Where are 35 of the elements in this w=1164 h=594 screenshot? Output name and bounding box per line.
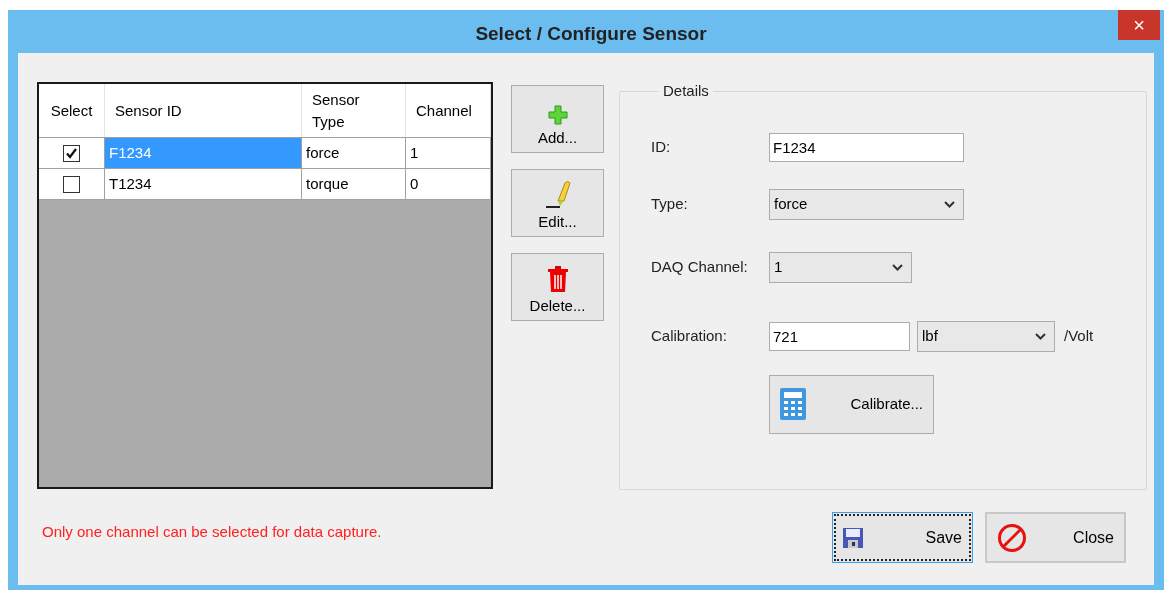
field-label: ID: xyxy=(651,136,672,157)
prohibited-icon xyxy=(997,522,1027,553)
window-title: Select / Configure Sensor xyxy=(475,22,707,46)
column-header[interactable]: Sensor ID xyxy=(105,84,302,137)
field-label: DAQ Channel: xyxy=(651,256,749,277)
chevron-down-icon xyxy=(944,200,955,208)
delete-button[interactable]: Delete... xyxy=(511,253,604,321)
table-cell: F1234 xyxy=(105,138,302,168)
dropdown[interactable]: force xyxy=(769,188,964,220)
chevron-down-icon xyxy=(892,263,903,271)
text-field[interactable]: F1234 xyxy=(769,132,964,162)
group-title: Details xyxy=(662,81,710,101)
edit-button[interactable]: Edit... xyxy=(511,169,604,237)
checkbox[interactable] xyxy=(63,175,80,193)
warning-message: Only one channel can be selected for data capture. xyxy=(42,522,383,542)
trash-icon xyxy=(546,264,569,293)
column-header[interactable]: Channel xyxy=(406,84,491,137)
save-button[interactable]: Save xyxy=(832,512,973,563)
add-button[interactable]: Add... xyxy=(511,85,604,153)
dropdown[interactable]: 1 xyxy=(769,251,912,283)
checkbox[interactable] xyxy=(63,144,80,162)
calibrate-button[interactable]: Calibrate... xyxy=(769,374,934,434)
plus-icon xyxy=(547,104,568,125)
close-button[interactable]: Close xyxy=(985,512,1126,563)
highlighter-icon xyxy=(544,178,571,209)
unit-label: /Volt xyxy=(1064,325,1094,346)
text-field[interactable]: 721 xyxy=(769,321,910,351)
dropdown[interactable]: lbf xyxy=(917,320,1055,352)
field-label: Type: xyxy=(651,193,689,214)
chevron-down-icon xyxy=(1035,332,1046,340)
field-label: Calibration: xyxy=(651,325,728,346)
calculator-icon xyxy=(780,388,806,420)
close-button[interactable]: × xyxy=(1118,10,1160,40)
column-header[interactable]: Sensor Type xyxy=(302,84,406,137)
column-header[interactable]: Select xyxy=(39,84,105,137)
